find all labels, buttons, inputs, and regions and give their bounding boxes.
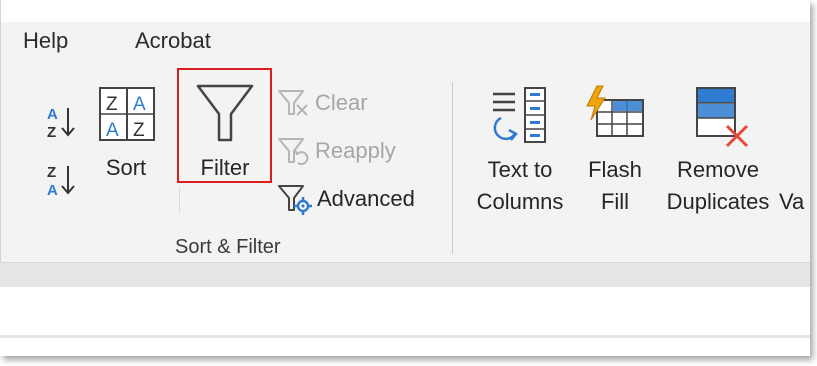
svg-text:Z: Z (47, 124, 56, 141)
sort-label: Sort (105, 155, 147, 180)
data-validation-button[interactable]: Va (779, 186, 810, 218)
formula-bar-border (0, 284, 810, 287)
clear-label: Clear (315, 90, 368, 115)
advanced-label: Advanced (317, 186, 415, 211)
tab-acrobat[interactable]: Acrobat (135, 28, 211, 54)
svg-text:A: A (133, 94, 146, 115)
advanced-button[interactable]: Advanced (277, 182, 427, 216)
text-to-columns-label-line1: Text to (487, 157, 553, 182)
svg-text:Z: Z (47, 164, 56, 181)
sort-descending-icon: Z A (47, 164, 75, 199)
data-validation-label-partial: Va (779, 189, 805, 214)
text-to-columns-button[interactable]: Text to Columns (467, 84, 573, 220)
svg-text:A: A (47, 182, 58, 199)
flash-fill-label-line1: Flash (588, 157, 642, 182)
advanced-filter-icon (278, 185, 312, 215)
clear-button[interactable]: Clear (277, 86, 377, 120)
sheet-area-border (0, 335, 810, 338)
reapply-button[interactable]: Reapply (277, 134, 407, 168)
text-to-columns-icon (493, 87, 546, 143)
ribbon-bottom-band (0, 262, 810, 285)
sort-button[interactable]: Z A A Z Sort (95, 84, 157, 184)
reapply-filter-icon (278, 138, 309, 166)
sort-a-to-z-button[interactable]: A Z (41, 102, 83, 142)
sort-ascending-icon: A Z (47, 106, 75, 141)
remove-duplicates-icon (696, 87, 749, 148)
svg-text:Z: Z (106, 94, 118, 115)
remove-duplicates-label-line2: Duplicates (666, 189, 770, 214)
sort-dialog-icon: Z A A Z (99, 87, 155, 141)
flash-fill-icon (586, 85, 644, 137)
ribbon-top-edge (1, 0, 810, 22)
flash-fill-button[interactable]: Flash Fill (581, 84, 649, 220)
svg-text:A: A (47, 106, 58, 123)
svg-text:A: A (106, 120, 119, 141)
svg-text:Z: Z (133, 120, 145, 141)
sort-z-to-a-button[interactable]: Z A (41, 160, 83, 200)
sort-filter-group-label: Sort & Filter (175, 236, 281, 258)
group-separator (452, 82, 453, 254)
tab-help[interactable]: Help (23, 28, 68, 54)
clear-filter-icon (278, 90, 308, 116)
reapply-label: Reapply (315, 138, 396, 163)
ribbon: Help Acrobat A Z Z A Z A A Z Sort Filter… (0, 0, 810, 262)
remove-duplicates-button[interactable]: Remove Duplicates (659, 84, 777, 220)
text-to-columns-label-line2: Columns (476, 189, 564, 214)
inner-separator (179, 186, 180, 214)
screenshot-frame: Help Acrobat A Z Z A Z A A Z Sort Filter… (0, 0, 810, 356)
flash-fill-label-line2: Fill (600, 189, 630, 214)
filter-highlight-box (177, 68, 272, 183)
remove-duplicates-label-line1: Remove (677, 157, 759, 182)
